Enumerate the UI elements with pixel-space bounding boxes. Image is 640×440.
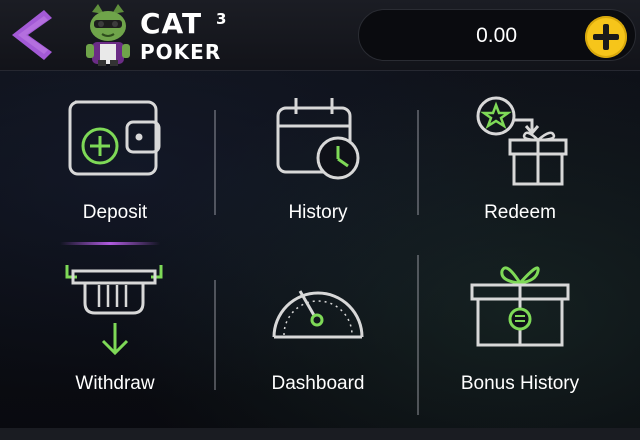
- logo-sub: POKER: [140, 40, 222, 64]
- menu-label: Bonus History: [460, 373, 580, 394]
- bottom-strip: [0, 428, 640, 440]
- menu-label: Dashboard: [271, 373, 365, 394]
- top-bar: CAT 3 POKER 0.00: [0, 0, 640, 71]
- chevron-left-icon: [12, 10, 52, 60]
- cat-mascot-icon: [86, 4, 130, 66]
- logo-text: CAT 3 POKER: [140, 7, 226, 64]
- menu-item-bonus-history[interactable]: Bonus History: [420, 255, 620, 425]
- menu-item-dashboard[interactable]: Dashboard: [218, 255, 418, 425]
- gift-star-icon: [476, 96, 568, 186]
- gift-box-icon: [470, 266, 570, 347]
- menu-label: Deposit: [82, 202, 148, 223]
- menu-label: Withdraw: [75, 373, 155, 394]
- menu-item-redeem[interactable]: Redeem: [420, 80, 620, 250]
- atm-withdraw-icon: [65, 265, 163, 356]
- logo-main: CAT: [140, 7, 203, 40]
- balance-display: 0.00: [358, 9, 636, 61]
- logo-superscript: 3: [216, 10, 227, 28]
- wallet-icon: [68, 100, 161, 176]
- menu-item-deposit[interactable]: Deposit: [15, 80, 215, 250]
- calendar-clock-icon: [276, 98, 360, 180]
- add-funds-button[interactable]: [585, 16, 627, 58]
- balance-value: 0.00: [476, 24, 517, 47]
- menu-item-withdraw[interactable]: Withdraw: [15, 255, 215, 425]
- speedometer-icon: [272, 290, 364, 339]
- app-logo: CAT 3 POKER: [78, 4, 238, 66]
- menu-label: Redeem: [484, 202, 556, 223]
- plus-icon: [593, 24, 619, 50]
- menu-item-history[interactable]: History: [218, 80, 418, 250]
- menu-label: History: [288, 202, 348, 223]
- back-button[interactable]: [6, 6, 56, 64]
